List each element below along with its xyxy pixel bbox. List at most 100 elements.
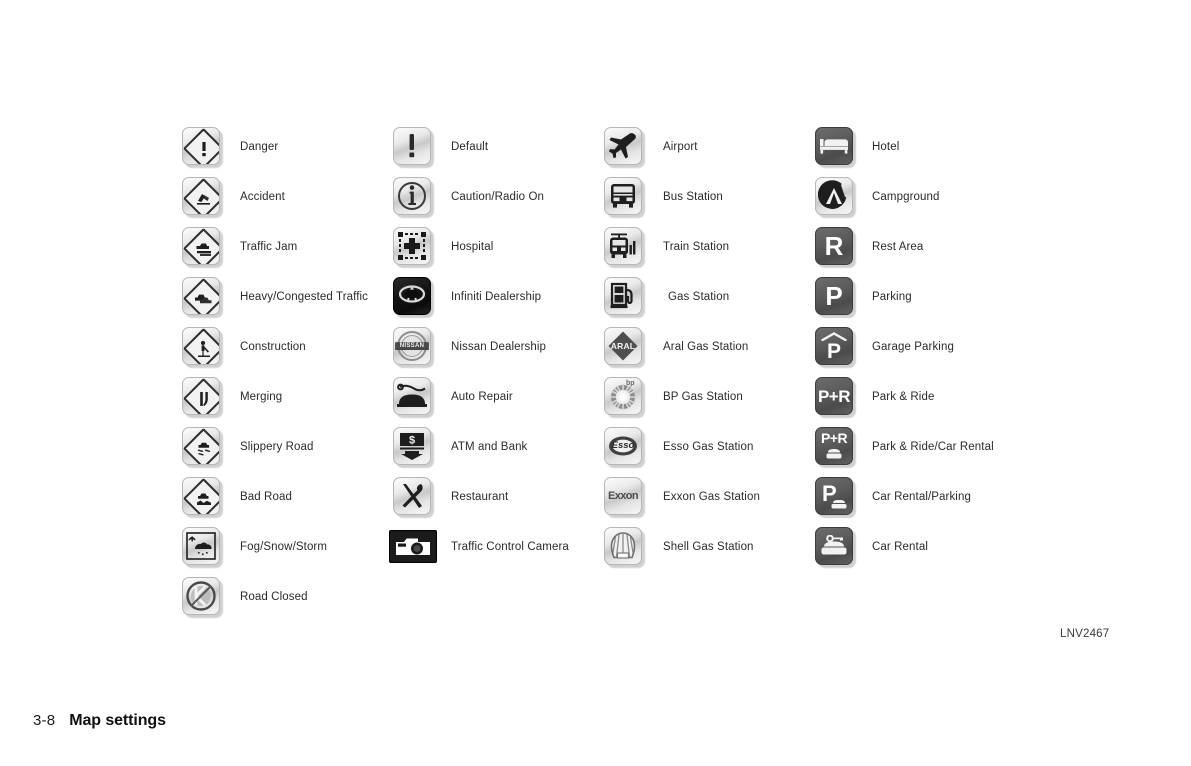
- legend-item-label: Nissan Dealership: [451, 341, 547, 353]
- exxon-wordmark: Exxon: [607, 489, 639, 502]
- legend-item: Infiniti Dealership: [393, 277, 608, 327]
- rest-area-r-icon: R: [815, 227, 856, 268]
- merging-diamond-icon: [182, 377, 223, 418]
- legend-item: Exxon Exxon Gas Station: [604, 477, 819, 527]
- traffic-jam-diamond-icon: [182, 227, 223, 268]
- legend-item: P Parking: [815, 277, 1030, 327]
- hospital-cross-icon: [393, 227, 434, 268]
- park-and-ride-letters: P+R: [817, 386, 851, 406]
- legend-item-label: Park & Ride/Car Rental: [872, 441, 994, 453]
- legend-item-label: Caution/Radio On: [451, 191, 545, 203]
- legend-item: Car Rental: [815, 527, 1030, 577]
- legend-item-label: Restaurant: [451, 491, 509, 503]
- legend-item: Fog/Snow/Storm: [182, 527, 397, 577]
- rest-area-letter: R: [824, 231, 844, 261]
- garage-parking-letter: P: [826, 340, 841, 363]
- legend-item-label: Exxon Gas Station: [663, 491, 760, 503]
- restaurant-fork-knife-icon: [393, 477, 434, 518]
- legend-item-label: Aral Gas Station: [663, 341, 749, 353]
- traffic-control-camera-icon: [389, 527, 443, 567]
- legend-item: NISSAN Nissan Dealership: [393, 327, 608, 377]
- legend-item: Train Station: [604, 227, 819, 277]
- car-rental-parking-icon: P: [815, 477, 856, 518]
- legend-item-label: Auto Repair: [451, 391, 513, 403]
- legend-item-label: Gas Station: [668, 291, 730, 303]
- legend-item-label: Park & Ride: [872, 391, 935, 403]
- nissan-wordmark: NISSAN: [399, 343, 425, 349]
- legend-column-general-poi: Default Caution/Radio On Hospital Infini…: [389, 127, 608, 577]
- legend-item: ARAL Aral Gas Station: [604, 327, 819, 377]
- default-exclamation-icon: [393, 127, 434, 168]
- legend-item-label: Airport: [663, 141, 698, 153]
- legend-item: Default: [393, 127, 608, 177]
- park-and-ride-icon: P+R: [815, 377, 856, 418]
- legend-item-label: Construction: [240, 341, 306, 353]
- legend-item: Danger: [182, 127, 397, 177]
- parking-p-icon: P: [815, 277, 856, 318]
- legend-item: Esso Esso Gas Station: [604, 427, 819, 477]
- esso-gas-station-icon: Esso: [604, 427, 645, 468]
- legend-item: Restaurant: [393, 477, 608, 527]
- legend-item-label: Merging: [240, 391, 283, 403]
- legend-item: bp BP Gas Station: [604, 377, 819, 427]
- legend-item: Road Closed: [182, 577, 397, 627]
- legend-item: Construction: [182, 327, 397, 377]
- legend-item: Shell Gas Station: [604, 527, 819, 577]
- legend-item: Campground: [815, 177, 1030, 227]
- legend-item: $ ATM and Bank: [393, 427, 608, 477]
- legend-item-label: Esso Gas Station: [663, 441, 754, 453]
- legend-item: Slippery Road: [182, 427, 397, 477]
- legend-item: P Car Rental/Parking: [815, 477, 1030, 527]
- park-and-ride-car-rental-icon: P+R: [815, 427, 856, 468]
- legend-item-label: Parking: [872, 291, 912, 303]
- legend-item: Gas Station: [604, 277, 819, 327]
- bus-station-icon: [604, 177, 645, 218]
- legend-item-label: Fog/Snow/Storm: [240, 541, 328, 553]
- aral-wordmark: ARAL: [610, 340, 636, 351]
- legend-item: Traffic Control Camera: [389, 527, 608, 577]
- legend-item-label: Bad Road: [240, 491, 292, 503]
- fog-snow-storm-icon: [182, 527, 223, 568]
- legend-column-lodging-parking: Hotel Campground R Rest Area P Parking P…: [815, 127, 1030, 577]
- legend-item-label: Traffic Jam: [240, 241, 298, 253]
- bp-gas-station-icon: bp: [604, 377, 645, 418]
- legend-column-transport-fuel: Airport Bus Station Train Station Gas St…: [604, 127, 819, 577]
- esso-wordmark: Esso: [611, 440, 635, 452]
- legend-item-label: Shell Gas Station: [663, 541, 754, 553]
- legend-item: Bad Road: [182, 477, 397, 527]
- legend-item: Hospital: [393, 227, 608, 277]
- figure-code: LNV2467: [1060, 628, 1110, 640]
- car-rental-icon: [815, 527, 856, 568]
- legend-item-label: Infiniti Dealership: [451, 291, 542, 303]
- legend-item-label: Car Rental/Parking: [872, 491, 971, 503]
- auto-repair-wrench-car-icon: [393, 377, 434, 418]
- legend-item-label: ATM and Bank: [451, 441, 528, 453]
- caution-radio-on-info-icon: [393, 177, 434, 218]
- legend-item-label: Slippery Road: [240, 441, 314, 453]
- legend-item-label: Danger: [240, 141, 279, 153]
- gas-station-pump-icon: [604, 277, 645, 318]
- legend-item: Caution/Radio On: [393, 177, 608, 227]
- danger-diamond-icon: [182, 127, 223, 168]
- legend-item: Merging: [182, 377, 397, 427]
- legend-item: P+R Park & Ride: [815, 377, 1030, 427]
- legend-item: Accident: [182, 177, 397, 227]
- accident-diamond-icon: [182, 177, 223, 218]
- legend-item-label: BP Gas Station: [663, 391, 743, 403]
- legend-item-label: Traffic Control Camera: [451, 541, 569, 553]
- page-footer: 3-8 Map settings: [33, 712, 166, 730]
- infiniti-dealership-icon: [393, 277, 434, 318]
- atm-and-bank-icon: $: [393, 427, 434, 468]
- parking-letter: P: [825, 281, 843, 311]
- heavy-congested-traffic-diamond-icon: [182, 277, 223, 318]
- bad-road-diamond-icon: [182, 477, 223, 518]
- legend-item: R Rest Area: [815, 227, 1030, 277]
- legend-item: Bus Station: [604, 177, 819, 227]
- legend-item-label: Default: [451, 141, 489, 153]
- legend-item-label: Heavy/Congested Traffic: [240, 291, 369, 303]
- nissan-dealership-icon: NISSAN: [393, 327, 434, 368]
- slippery-road-diamond-icon: [182, 427, 223, 468]
- legend-item-label: Car Rental: [872, 541, 928, 553]
- legend-column-traffic-warnings: Danger Accident Traffic Jam Heavy/Conges…: [182, 127, 397, 627]
- campground-tent-icon: [815, 177, 856, 218]
